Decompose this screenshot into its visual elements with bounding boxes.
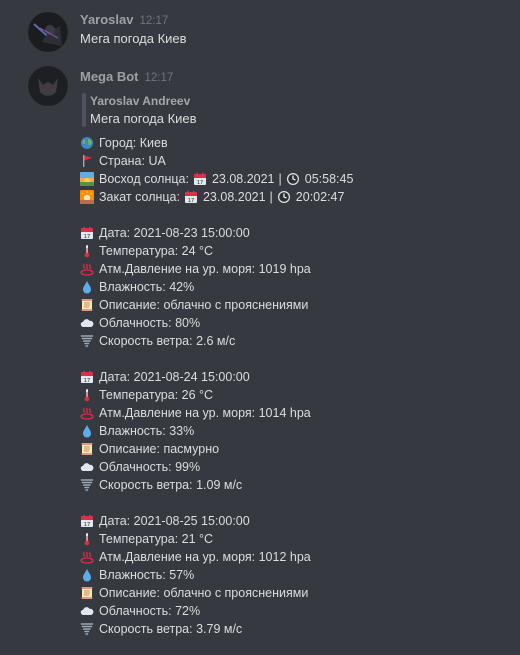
forecast-description-text: Описание: облачно с прояснениями xyxy=(99,586,309,600)
tornado-icon xyxy=(80,334,94,348)
calendar-icon xyxy=(184,190,198,204)
clock-icon xyxy=(277,190,291,204)
forecast-wind-text: Скорость ветра: 3.79 м/с xyxy=(99,622,243,636)
forecast-wind-text: Скорость ветра: 2.6 м/с xyxy=(99,334,236,348)
forecast-description-text: Описание: пасмурно xyxy=(99,442,220,456)
scroll-icon xyxy=(80,298,94,312)
forecast-humidity: Влажность: 33% xyxy=(80,422,194,440)
separator: | xyxy=(269,190,273,204)
avatar[interactable] xyxy=(28,66,68,106)
forecast-date: Дата: 2021-08-23 15:00:00 xyxy=(80,224,250,242)
author-name[interactable]: Mega Bot xyxy=(80,69,139,84)
droplet-icon xyxy=(80,568,94,582)
forecast-clouds-text: Облачность: 99% xyxy=(99,460,201,474)
city-label: Город: Киев xyxy=(99,136,168,150)
cloud-icon xyxy=(80,604,94,618)
sunset-icon xyxy=(80,190,94,204)
calendar-icon xyxy=(80,514,94,528)
country-line: Страна: UA xyxy=(80,152,166,170)
cloud-icon xyxy=(80,316,94,330)
author-name[interactable]: Yaroslav xyxy=(80,12,134,27)
forecast-date: Дата: 2021-08-24 15:00:00 xyxy=(80,368,250,386)
calendar-icon xyxy=(193,172,207,186)
forecast-temperature: Температура: 24 °C xyxy=(80,242,213,260)
forecast-clouds: Облачность: 72% xyxy=(80,602,200,620)
forecast-date-text: Дата: 2021-08-25 15:00:00 xyxy=(99,514,250,528)
sunset-time: 20:02:47 xyxy=(295,190,345,204)
clock-icon xyxy=(286,172,300,186)
avatar[interactable] xyxy=(28,12,68,52)
chat-log: Yaroslav 12:17 Мега погода Киев Mega Bot 1… xyxy=(0,0,520,655)
sunrise-icon xyxy=(80,172,94,186)
sunrise-label: Восход солнца: xyxy=(99,172,189,186)
city-line: Город: Киев xyxy=(80,134,168,152)
sunset-label: Закат солнца: xyxy=(99,190,180,204)
forecast-temperature: Температура: 21 °C xyxy=(80,530,213,548)
forecast-pressure: Атм.Давление на ур. моря: 1019 hpa xyxy=(80,260,311,278)
globe-icon xyxy=(80,136,94,150)
sunrise-time: 05:58:45 xyxy=(304,172,354,186)
sunrise-line: Восход солнца: 23.08.2021 | 05:58:45 xyxy=(80,170,353,188)
forecast-temperature: Температура: 26 °C xyxy=(80,386,213,404)
message-header: Mega Bot 12:17 xyxy=(80,69,173,85)
forecast-clouds: Облачность: 99% xyxy=(80,458,200,476)
forecast-temperature-text: Температура: 21 °C xyxy=(99,532,214,546)
hot-springs-icon xyxy=(80,550,94,564)
forecast-description: Описание: облачно с прояснениями xyxy=(80,296,308,314)
flag-icon xyxy=(80,154,94,168)
forecast-humidity-text: Влажность: 33% xyxy=(99,424,195,438)
timestamp: 12:17 xyxy=(139,15,169,27)
droplet-icon xyxy=(80,424,94,438)
forecast-pressure-text: Атм.Давление на ур. моря: 1012 hpa xyxy=(99,550,311,564)
forecast-temperature-text: Температура: 26 °C xyxy=(99,388,214,402)
message-text: Мега погода Киев xyxy=(80,31,187,46)
scroll-icon xyxy=(80,442,94,456)
calendar-icon xyxy=(80,370,94,384)
calendar-icon xyxy=(80,226,94,240)
forecast-clouds-text: Облачность: 80% xyxy=(99,316,201,330)
forecast-date-text: Дата: 2021-08-23 15:00:00 xyxy=(99,226,250,240)
hot-springs-icon xyxy=(80,262,94,276)
sunrise-date: 23.08.2021 xyxy=(211,172,275,186)
thermometer-icon xyxy=(80,388,94,402)
forecast-wind-text: Скорость ветра: 1.09 м/с xyxy=(99,478,243,492)
forecast-pressure: Атм.Давление на ур. моря: 1014 hpa xyxy=(80,404,311,422)
separator: | xyxy=(278,172,282,186)
sunset-date: 23.08.2021 xyxy=(202,190,266,204)
forecast-pressure-text: Атм.Давление на ур. моря: 1019 hpa xyxy=(99,262,311,276)
sunset-line: Закат солнца: 23.08.2021 | 20:02:47 xyxy=(80,188,344,206)
forecast-description: Описание: облачно с прояснениями xyxy=(80,584,308,602)
forecast-humidity: Влажность: 57% xyxy=(80,566,194,584)
forecast-humidity: Влажность: 42% xyxy=(80,278,194,296)
hot-springs-icon xyxy=(80,406,94,420)
message-header: Yaroslav 12:17 xyxy=(80,12,168,28)
tornado-icon xyxy=(80,478,94,492)
thermometer-icon xyxy=(80,244,94,258)
forecast-clouds-text: Облачность: 72% xyxy=(99,604,201,618)
forecast-clouds: Облачность: 80% xyxy=(80,314,200,332)
quote-text: Мега погода Киев xyxy=(90,111,197,126)
country-label: Страна: UA xyxy=(99,154,166,168)
forecast-humidity-text: Влажность: 57% xyxy=(99,568,195,582)
forecast-humidity-text: Влажность: 42% xyxy=(99,280,195,294)
scroll-icon xyxy=(80,586,94,600)
droplet-icon xyxy=(80,280,94,294)
quote-author[interactable]: Yaroslav Andreev xyxy=(90,94,190,108)
forecast-date-text: Дата: 2021-08-24 15:00:00 xyxy=(99,370,250,384)
cloud-icon xyxy=(80,460,94,474)
forecast-pressure: Атм.Давление на ур. моря: 1012 hpa xyxy=(80,548,311,566)
quote-bar xyxy=(82,93,86,127)
forecast-description: Описание: пасмурно xyxy=(80,440,219,458)
timestamp: 12:17 xyxy=(144,72,174,84)
tornado-icon xyxy=(80,622,94,636)
forecast-pressure-text: Атм.Давление на ур. моря: 1014 hpa xyxy=(99,406,311,420)
forecast-description-text: Описание: облачно с прояснениями xyxy=(99,298,309,312)
forecast-wind: Скорость ветра: 1.09 м/с xyxy=(80,476,242,494)
forecast-temperature-text: Температура: 24 °C xyxy=(99,244,214,258)
forecast-date: Дата: 2021-08-25 15:00:00 xyxy=(80,512,250,530)
forecast-wind: Скорость ветра: 2.6 м/с xyxy=(80,332,235,350)
thermometer-icon xyxy=(80,532,94,546)
forecast-wind: Скорость ветра: 3.79 м/с xyxy=(80,620,242,638)
